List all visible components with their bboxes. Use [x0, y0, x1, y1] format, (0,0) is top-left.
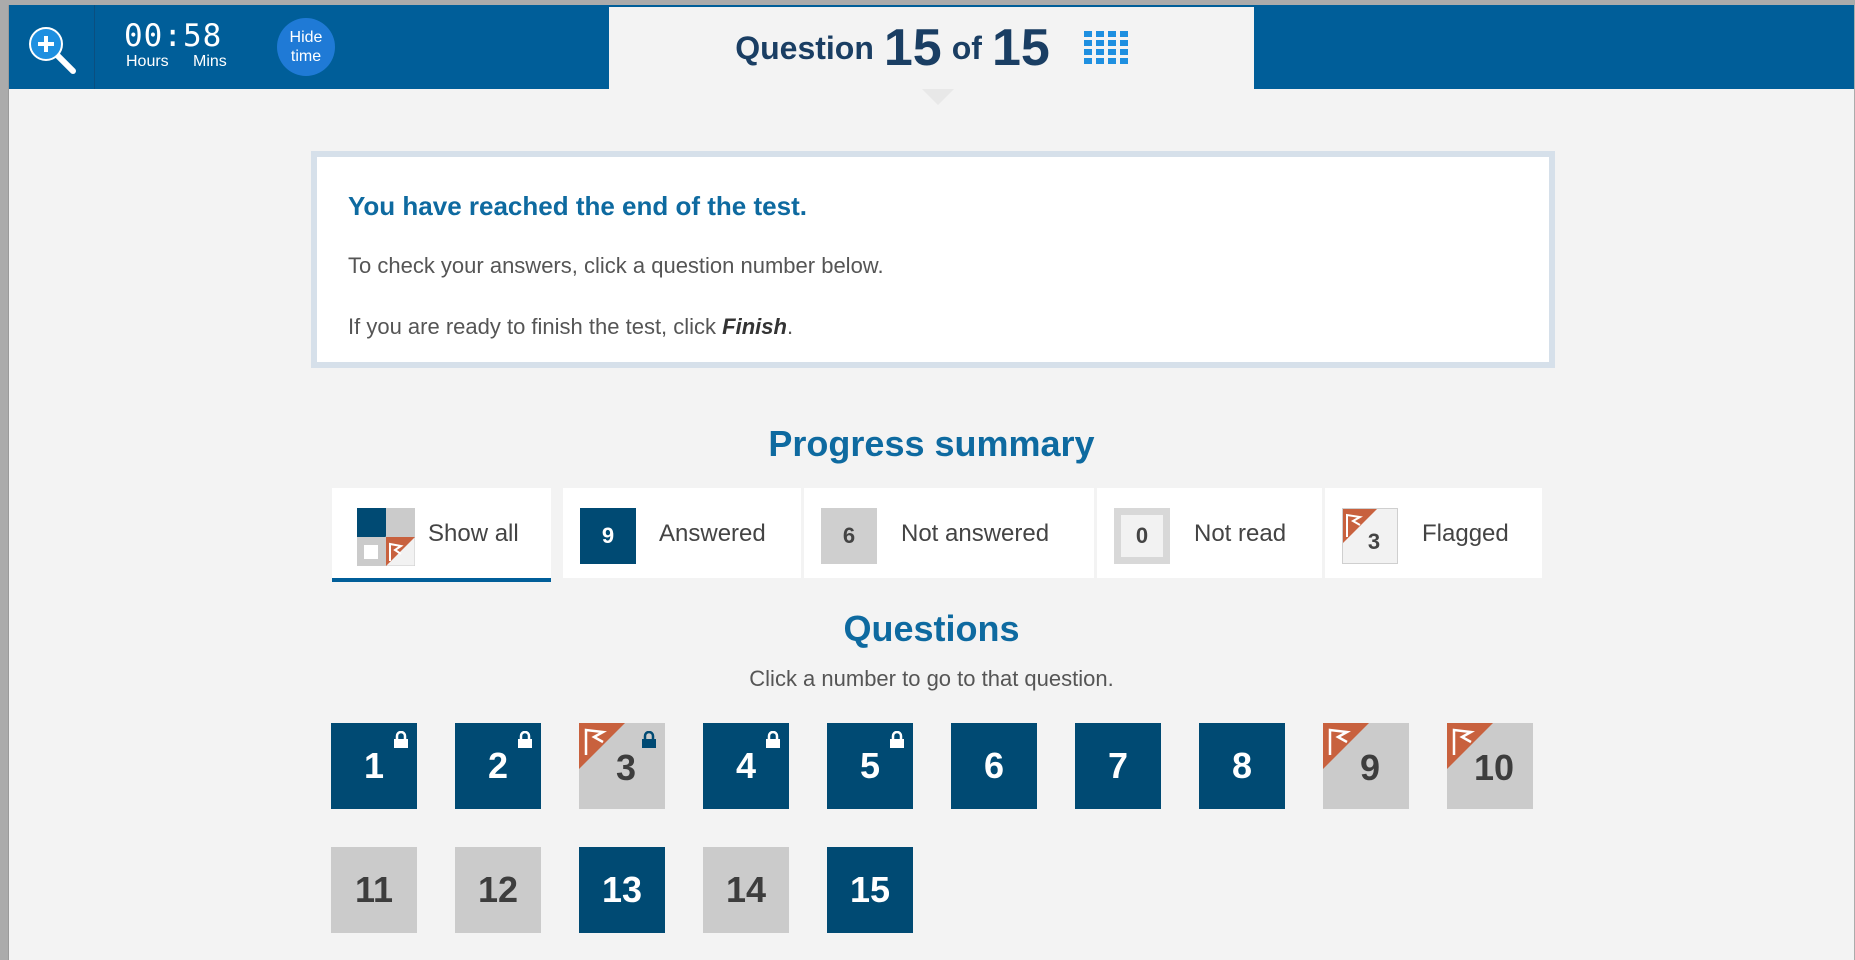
- question-tile[interactable]: 5: [827, 723, 913, 809]
- mins-label: Mins: [193, 53, 227, 70]
- question-number: 13: [601, 869, 643, 910]
- questions-subtitle: Click a number to go to that question.: [749, 666, 1114, 691]
- question-tile[interactable]: 9: [1323, 723, 1409, 809]
- question-number: 11: [354, 869, 394, 910]
- show-all-icon: [357, 508, 415, 566]
- filter-flagged-label: Flagged: [1422, 520, 1509, 547]
- timer-mins: 58: [183, 18, 223, 54]
- flagged-badge: 3: [1342, 508, 1398, 564]
- hide-time-line2: time: [290, 48, 322, 65]
- question-tile[interactable]: 10: [1447, 723, 1533, 809]
- question-number: 1: [363, 745, 385, 786]
- question-number: 4: [735, 745, 757, 786]
- question-tile[interactable]: 1: [331, 723, 417, 809]
- current-question: 15: [883, 19, 942, 77]
- question-number: 2: [487, 745, 509, 786]
- progress-summary-title: Progress summary: [768, 423, 1095, 464]
- question-word: Question: [735, 29, 874, 66]
- question-tile[interactable]: 8: [1199, 723, 1285, 809]
- question-tile[interactable]: 13: [579, 847, 665, 933]
- questions-title: Questions: [843, 608, 1020, 649]
- question-number: 5: [859, 745, 881, 786]
- question-indicator: Question 15 of 15: [609, 7, 1254, 89]
- test-window: 00:58 Hours Mins Hide time Question 15 of …: [8, 5, 1854, 960]
- question-number: 8: [1231, 745, 1253, 786]
- question-tile[interactable]: 15: [827, 847, 913, 933]
- not-read-count: 0: [1121, 515, 1163, 557]
- question-tile[interactable]: 3: [579, 723, 665, 809]
- question-tile[interactable]: 6: [951, 723, 1037, 809]
- finish-suffix: .: [786, 314, 794, 339]
- question-number: 15: [849, 869, 891, 910]
- finish-prefix: If you are ready to finish the test, cli…: [348, 314, 723, 339]
- filter-not-answered-label: Not answered: [901, 520, 1050, 547]
- question-tile[interactable]: 11: [331, 847, 417, 933]
- end-instruction-check: To check your answers, click a question …: [348, 253, 884, 278]
- filter-show-all[interactable]: Show all: [332, 488, 551, 582]
- filter-not-read[interactable]: 0 Not read: [1097, 488, 1322, 578]
- question-tile[interactable]: 2: [455, 723, 541, 809]
- timer-digits: 00:58: [124, 18, 223, 54]
- question-number: 7: [1107, 745, 1129, 786]
- zoom-in-icon: [29, 27, 76, 74]
- flagged-count: 3: [1367, 529, 1381, 554]
- answered-count: 9: [580, 508, 636, 564]
- flag-icon: [1328, 728, 1351, 755]
- filter-flagged[interactable]: 3 Flagged: [1325, 488, 1542, 578]
- question-number: 3: [615, 747, 637, 788]
- hide-time-button[interactable]: Hide time: [277, 18, 335, 76]
- end-instruction-finish: If you are ready to finish the test, cli…: [348, 314, 793, 340]
- timer-hours: 00: [124, 18, 164, 54]
- filter-answered[interactable]: 9 Answered: [563, 488, 801, 578]
- hide-time-line1: Hide: [289, 29, 323, 46]
- flag-icon: [584, 728, 607, 755]
- filter-answered-label: Answered: [659, 520, 766, 547]
- question-number: 9: [1359, 747, 1381, 788]
- indicator-pointer: [922, 89, 954, 105]
- lock-icon: [394, 731, 408, 748]
- question-number: 10: [1473, 747, 1515, 788]
- timer: 00:58 Hours Mins: [124, 19, 227, 71]
- finish-word: Finish: [722, 314, 787, 339]
- lock-icon: [890, 731, 904, 748]
- not-answered-count: 6: [821, 508, 877, 564]
- question-tile[interactable]: 14: [703, 847, 789, 933]
- question-number: 14: [725, 869, 767, 910]
- filter-not-answered[interactable]: 6 Not answered: [804, 488, 1094, 578]
- end-of-test-message: You have reached the end of the test. To…: [311, 151, 1555, 368]
- question-tile[interactable]: 12: [455, 847, 541, 933]
- lock-icon: [766, 731, 780, 748]
- of-word: of: [951, 29, 982, 66]
- zoom-button[interactable]: [9, 5, 95, 89]
- top-bar: 00:58 Hours Mins Hide time Question 15 of …: [9, 5, 1854, 89]
- question-tile[interactable]: 4: [703, 723, 789, 809]
- total-questions: 15: [991, 19, 1050, 77]
- question-tile[interactable]: 7: [1075, 723, 1161, 809]
- lock-icon: [518, 731, 532, 748]
- question-number: 6: [983, 745, 1005, 786]
- lock-icon: [642, 731, 656, 748]
- end-title: You have reached the end of the test.: [348, 191, 807, 221]
- not-read-badge: 0: [1114, 508, 1170, 564]
- hours-label: Hours: [126, 53, 169, 70]
- filter-show-all-label: Show all: [428, 520, 519, 547]
- question-grid-icon[interactable]: [1083, 31, 1128, 65]
- question-number: 12: [477, 869, 519, 910]
- filter-not-read-label: Not read: [1194, 520, 1287, 547]
